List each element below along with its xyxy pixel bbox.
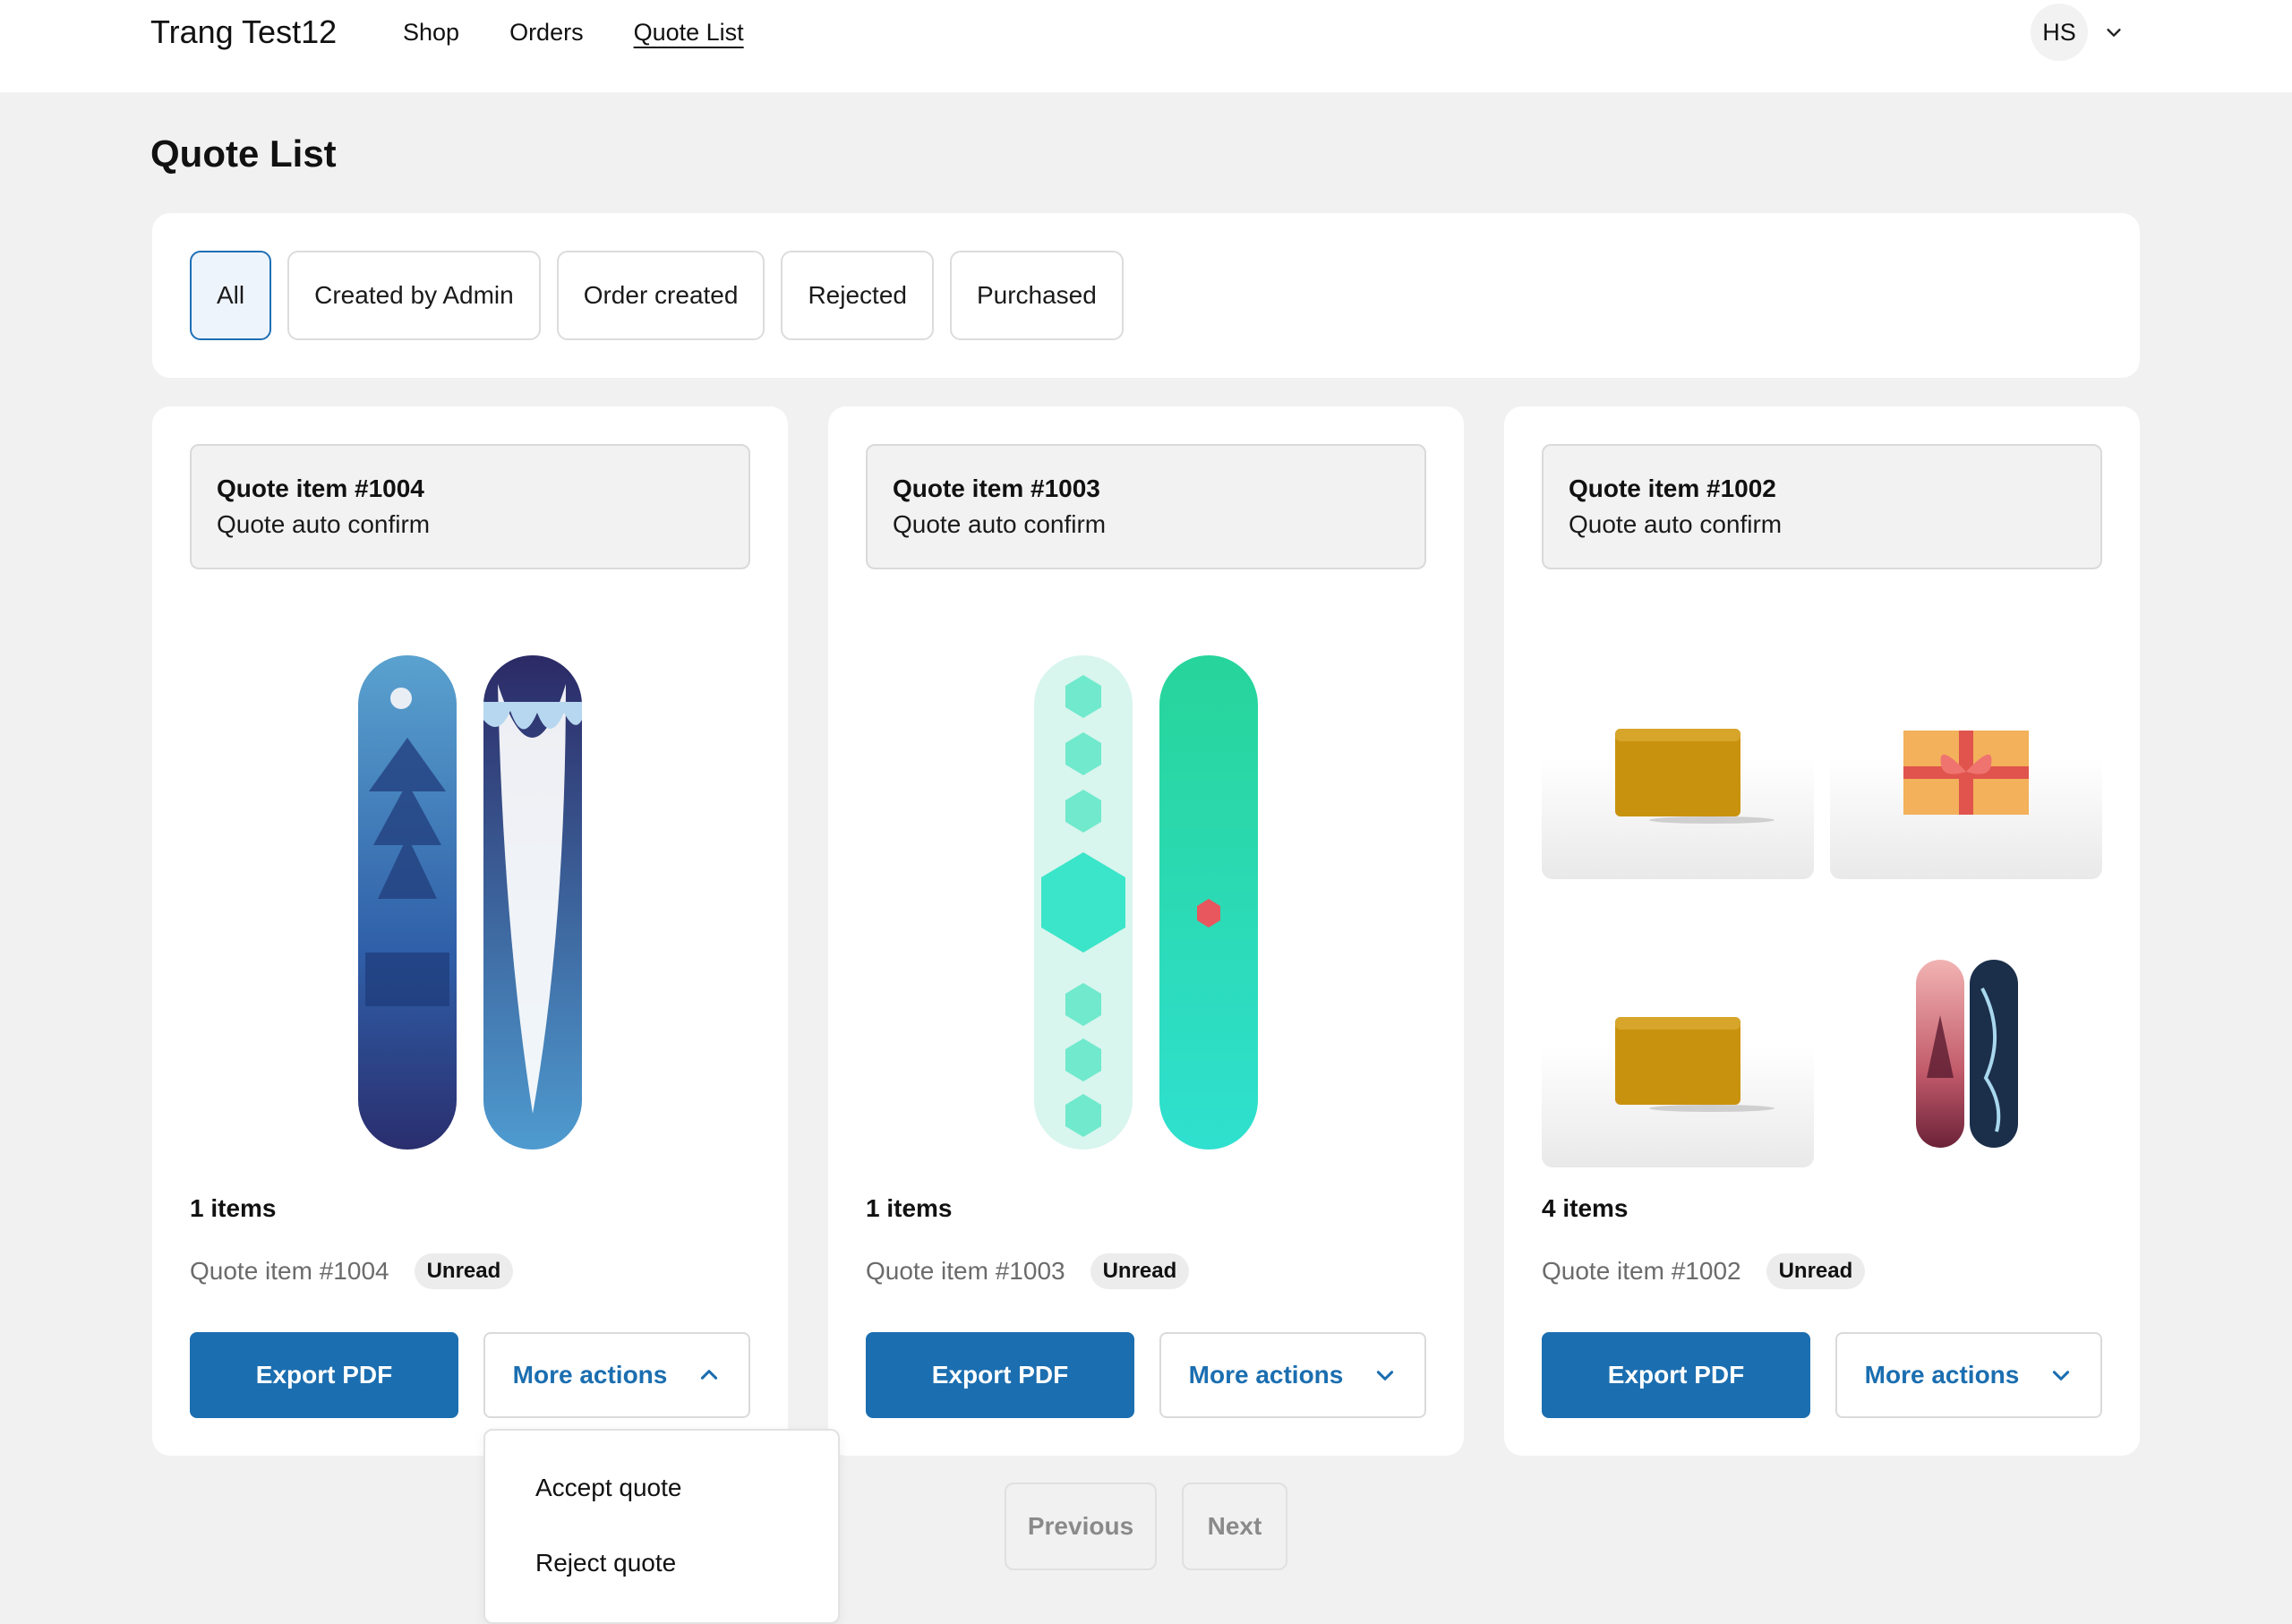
more-actions-label: More actions	[512, 1361, 668, 1389]
items-count: 1 items	[866, 1194, 953, 1222]
avatar[interactable]: HS	[2031, 4, 2088, 61]
more-actions-label: More actions	[1864, 1361, 2020, 1389]
quote-card-header: Quote item #1003 Quote auto confirm	[866, 444, 1426, 569]
quote-subtitle: Quote auto confirm	[893, 510, 1107, 538]
export-pdf-button[interactable]: Export PDF	[866, 1332, 1134, 1418]
quote-card-header: Quote item #1004 Quote auto confirm	[190, 444, 750, 569]
quote-name: Quote item #1004	[190, 1257, 389, 1285]
nav-quote-list[interactable]: Quote List	[634, 16, 744, 48]
store-name[interactable]: Trang Test12	[150, 13, 337, 52]
chevron-down-icon	[1377, 1371, 1394, 1380]
next-page-button[interactable]: Next	[1182, 1483, 1287, 1570]
status-badge: Unread	[1766, 1253, 1866, 1289]
quote-info-row: Quote item #1004 Unread	[190, 1253, 514, 1289]
quote-card-header: Quote item #1002 Quote auto confirm	[1542, 444, 2102, 569]
more-actions-button[interactable]: More actions	[1835, 1332, 2102, 1418]
main-nav: Shop Orders Quote List	[403, 16, 744, 48]
quote-subtitle: Quote auto confirm	[217, 510, 431, 538]
items-count: 1 items	[190, 1194, 277, 1222]
more-actions-button[interactable]: More actions	[483, 1332, 750, 1418]
quote-info-row: Quote item #1002 Unread	[1542, 1253, 1866, 1289]
snowboard-product-image	[1916, 960, 2018, 1148]
previous-page-button[interactable]: Previous	[1005, 1483, 1157, 1570]
wax-product-thumbnail	[1542, 967, 1814, 1167]
filter-purchased[interactable]: Purchased	[949, 251, 1124, 340]
reject-quote-option[interactable]: Reject quote	[535, 1549, 676, 1577]
wax-product-thumbnail	[1542, 679, 1814, 879]
filter-all[interactable]: All	[190, 251, 272, 340]
chevron-down-icon[interactable]	[2104, 22, 2124, 42]
quote-card: Quote item #1003 Quote auto confirm 1 it…	[828, 406, 1464, 1456]
quote-name: Quote item #1002	[1542, 1257, 1741, 1285]
gift-card-thumbnail	[1830, 679, 2102, 879]
account-menu[interactable]: HS	[2031, 4, 2124, 61]
filter-order-created[interactable]: Order created	[556, 251, 765, 340]
quote-card: Quote item #1002 Quote auto confirm 4 it…	[1504, 406, 2140, 1456]
snowboard-product-image	[1034, 655, 1258, 1150]
status-badge: Unread	[414, 1253, 514, 1289]
more-actions-label: More actions	[1188, 1361, 1344, 1389]
status-badge: Unread	[1090, 1253, 1190, 1289]
export-pdf-button[interactable]: Export PDF	[1542, 1332, 1810, 1418]
quote-name: Quote item #1003	[866, 1257, 1065, 1285]
quote-title: Quote item #1004	[217, 474, 424, 502]
site-header: Trang Test12 Shop Orders Quote List HS	[0, 0, 2292, 92]
quote-subtitle: Quote auto confirm	[1569, 510, 1783, 538]
chevron-down-icon	[2053, 1371, 2070, 1380]
filter-tabs: All Created by Admin Order created Rejec…	[190, 251, 1124, 340]
export-pdf-button[interactable]: Export PDF	[190, 1332, 458, 1418]
filter-created-by-admin[interactable]: Created by Admin	[287, 251, 541, 340]
chevron-up-icon	[701, 1370, 718, 1380]
quote-title: Quote item #1003	[893, 474, 1100, 502]
snowboard-product-image	[358, 655, 582, 1150]
quote-title: Quote item #1002	[1569, 474, 1776, 502]
quote-card: Quote item #1004 Quote auto confirm 1 it…	[152, 406, 788, 1456]
nav-orders[interactable]: Orders	[509, 16, 584, 48]
more-actions-dropdown: Accept quote Reject quote	[483, 1429, 840, 1624]
items-count: 4 items	[1542, 1194, 1629, 1222]
more-actions-button[interactable]: More actions	[1159, 1332, 1426, 1418]
accept-quote-option[interactable]: Accept quote	[535, 1474, 681, 1502]
filter-panel: All Created by Admin Order created Rejec…	[152, 213, 2140, 378]
filter-rejected[interactable]: Rejected	[781, 251, 934, 340]
page-title: Quote List	[150, 132, 337, 175]
quote-info-row: Quote item #1003 Unread	[866, 1253, 1190, 1289]
nav-shop[interactable]: Shop	[403, 16, 459, 48]
